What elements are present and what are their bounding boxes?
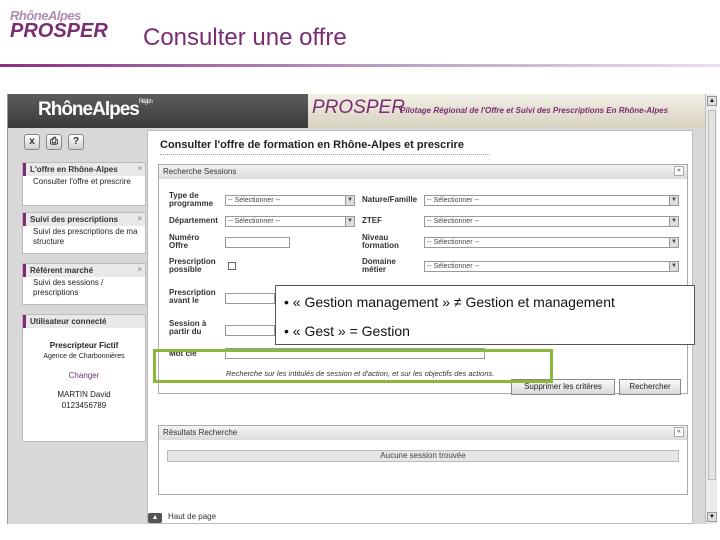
sidebar-suivi-header: Suivi des prescriptions × — [23, 213, 145, 226]
results-panel: Résultats Recherche « Aucune session trou… — [158, 425, 688, 495]
banner-app-name: PROSPER — [312, 97, 405, 118]
results-panel-header: Résultats Recherche « — [159, 426, 687, 440]
scroll-thumb[interactable] — [708, 110, 716, 480]
user-name: Prescripteur Fictif — [49, 341, 119, 350]
niveau-select[interactable]: -- Sélectionner -- ▼ — [424, 237, 679, 248]
header-rule — [0, 64, 720, 67]
sidebar-offre: L'offre en Rhône-Alpes × Consulter l'offr… — [22, 162, 146, 206]
prescription-checkbox[interactable] — [228, 262, 236, 270]
ztef-select[interactable]: -- Sélectionner -- ▼ — [424, 216, 679, 227]
app-banner: RhôneAlpesRégion PROSPER Pilotage Région… — [8, 94, 706, 128]
user-agency: Agence de Charbonnières — [43, 353, 125, 360]
sidebar-referent-header: Référent marché × — [23, 264, 145, 277]
search-button[interactable]: Rechercher — [619, 379, 681, 395]
callout-box: • « Gestion management » ≠ Gestion et ma… — [275, 285, 695, 345]
no-result-message: Aucune session trouvée — [167, 450, 679, 462]
label-ztef: ZTEF — [362, 216, 382, 225]
label-prescription-possible: Prescription possible — [169, 257, 216, 274]
arrow-up-icon: ▲ — [148, 513, 162, 523]
banner-subtitle: Pilotage Régional de l'Offre et Suivi de… — [400, 106, 669, 115]
departement-select[interactable]: -- Sélectionner -- ▼ — [225, 216, 355, 227]
label-departement: Département — [169, 216, 218, 225]
change-link[interactable]: Changer — [23, 370, 145, 381]
banner-region-logo: RhôneAlpesRégion — [38, 99, 153, 120]
label-type: Type de programme — [169, 191, 214, 208]
label-session: Session à partir du — [169, 319, 207, 336]
scroll-up-icon[interactable]: ▲ — [707, 96, 717, 106]
close-icon[interactable]: x — [24, 134, 40, 150]
print-icon[interactable]: ⎙ — [46, 134, 62, 150]
domaine-select[interactable]: -- Sélectionner -- ▼ — [424, 261, 679, 272]
back-to-top-link[interactable]: ▲ Haut de page — [148, 512, 216, 523]
numero-input[interactable] — [225, 237, 290, 248]
sidebar-item-suivi[interactable]: Suivi des prescriptions de ma structure — [23, 226, 145, 248]
sidebar-item-sessions[interactable]: Suivi des sessions / prescriptions — [23, 277, 145, 299]
page-title: Consulter l'offre de formation en Rhône-… — [160, 139, 464, 151]
keyword-note: Recherche sur les intitulés de session e… — [226, 369, 495, 378]
collapse-icon[interactable]: « — [674, 166, 684, 176]
rhonealpes-logo: RhôneAlpes PROSPER — [10, 8, 108, 41]
sidebar-offre-header: L'offre en Rhône-Alpes × — [23, 163, 145, 176]
nature-select[interactable]: -- Sélectionner -- ▼ — [424, 195, 679, 206]
help-icon[interactable]: ? — [68, 134, 84, 150]
sidebar-user-header: Utilisateur connecté — [23, 315, 145, 328]
scroll-down-icon[interactable]: ▼ — [707, 512, 717, 522]
session-date-input[interactable] — [225, 325, 275, 336]
search-panel-header: Recherche Sessions « — [159, 165, 687, 179]
sidebar-suivi: Suivi des prescriptions × Suivi des presc… — [22, 212, 146, 254]
prescription-date-input[interactable] — [225, 293, 275, 304]
results-collapse-icon[interactable]: « — [674, 427, 684, 437]
label-niveau: Niveau formation — [362, 233, 399, 250]
label-numero: Numéro Offre — [169, 233, 200, 250]
type-select[interactable]: -- Sélectionner -- ▼ — [225, 195, 355, 206]
callout-line-1: • « Gestion management » ≠ Gestion et ma… — [284, 294, 615, 310]
callout-line-2: • « Gest » = Gestion — [284, 323, 410, 339]
label-nature: Nature/Famille — [362, 195, 418, 204]
sidebar-item-consulter[interactable]: Consulter l'offre et prescrire — [23, 176, 145, 188]
sidebar-referent: Référent marché × Suivi des sessions / pr… — [22, 263, 146, 305]
vertical-scrollbar[interactable]: ▲ ▼ — [705, 94, 717, 524]
contact-name: MARTIN David — [57, 390, 111, 399]
title-divider — [160, 154, 490, 155]
contact-phone: 0123456789 — [61, 401, 107, 410]
sidebar-user: Utilisateur connecté Prescripteur Fictif… — [22, 314, 146, 442]
logo-prosper: PROSPER — [10, 20, 108, 42]
slide-title: Consulter une offre — [143, 24, 347, 51]
banner-prosper: PROSPER Pilotage Régional de l'Offre et … — [308, 94, 706, 128]
slide-header: RhôneAlpes PROSPER Consulter une offre — [0, 0, 720, 67]
label-domaine: Domaine métier — [362, 257, 396, 274]
label-prescription-avant: Prescription avant le — [169, 288, 216, 305]
